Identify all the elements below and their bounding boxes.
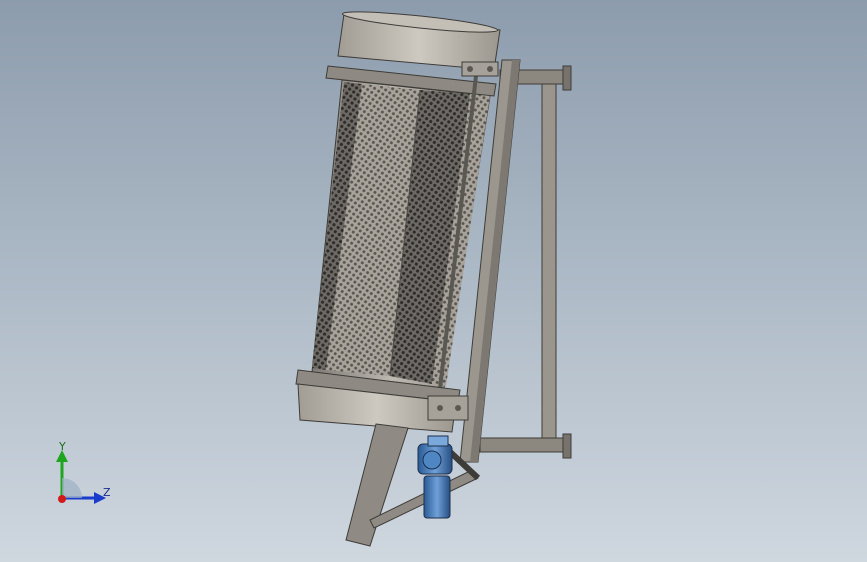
cad-viewport[interactable]: Y Z [0,0,867,562]
drum-screen-body [311,79,491,389]
xz-plane-arc [62,478,82,498]
y-axis-label: Y [59,440,66,453]
rotary-drum-screen-model[interactable] [0,0,867,562]
coordinate-triad[interactable]: Y Z [40,438,130,518]
z-axis-label: Z [103,486,111,499]
discharge-chute [345,423,409,547]
x-axis-dot [58,495,66,503]
triad-axes [56,450,106,504]
drive-motor [417,435,453,519]
